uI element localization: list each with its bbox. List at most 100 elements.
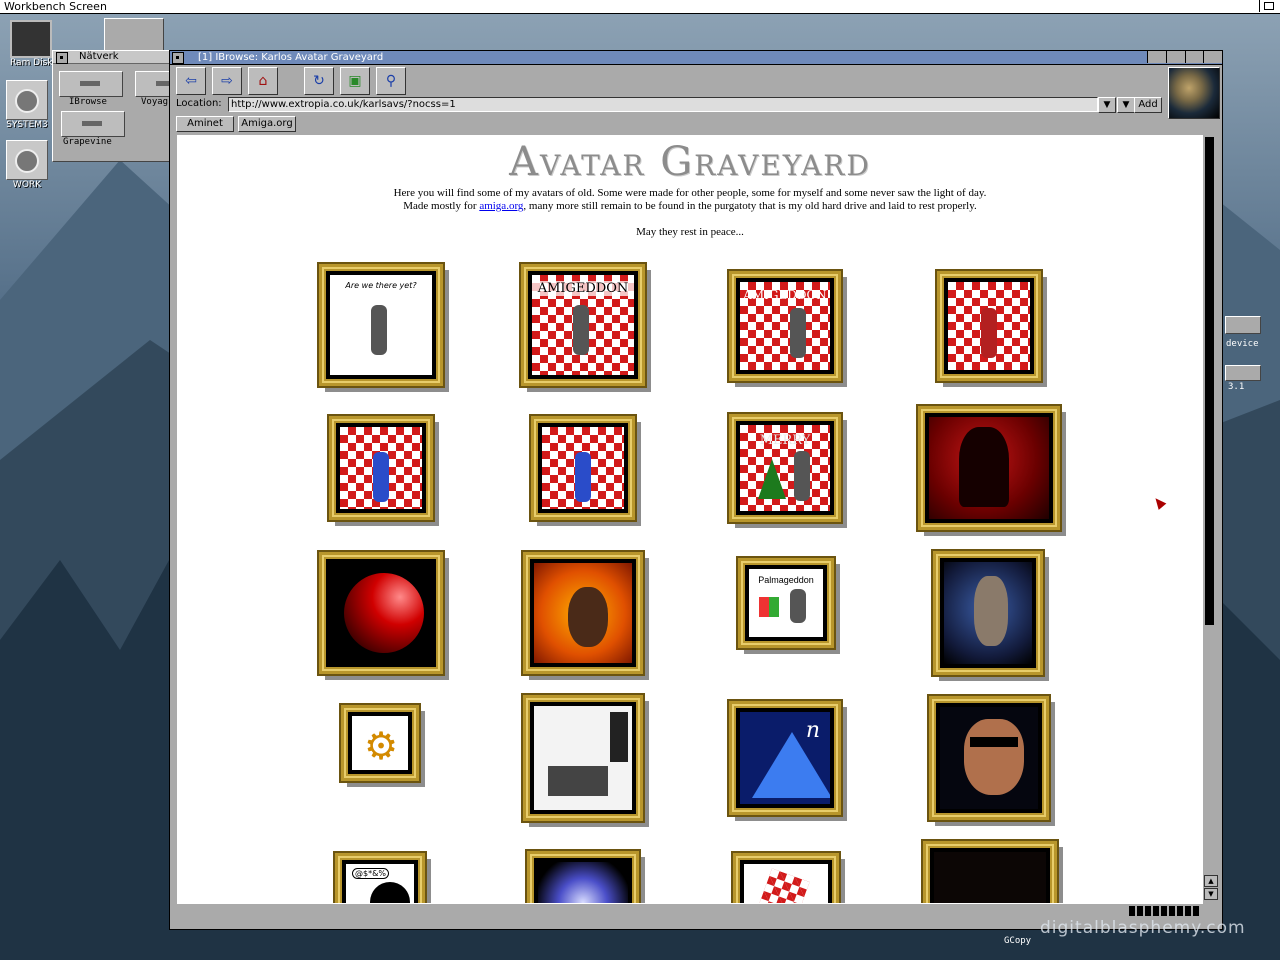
close-icon[interactable]: [56, 52, 68, 64]
scroll-down-icon[interactable]: ▼: [1204, 888, 1218, 900]
avatar-image: MERRY: [740, 425, 830, 511]
harddisk-icon: [6, 140, 48, 180]
avatar-frame[interactable]: [529, 414, 637, 522]
face-shape: [568, 587, 608, 647]
hotlist-button-amiga-org[interactable]: Amiga.org: [238, 116, 296, 132]
intro-line-2: Made mostly for amiga.org, many more sti…: [177, 200, 1203, 213]
avatar-image: [538, 862, 628, 903]
avatar-frame[interactable]: Palmageddon: [736, 556, 836, 650]
avatar-frame[interactable]: [521, 693, 645, 823]
checker-shape: [758, 868, 810, 903]
window-title: [1] IBrowse: Karlos Avatar Graveyard: [198, 52, 384, 63]
avatar-image: [744, 864, 828, 903]
desktop-icon-ram-disk[interactable]: Ram Disk: [10, 20, 53, 68]
avatar-image: ⚙: [352, 716, 408, 770]
disk-icon[interactable]: [1225, 365, 1261, 381]
ball-shape: [370, 882, 410, 903]
url-input[interactable]: http://www.extropia.co.uk/karlsavs/?nocs…: [228, 97, 1098, 112]
intro-line-1: Here you will find some of my avatars of…: [393, 187, 987, 199]
robot-figure: [789, 589, 806, 624]
desktop-icon-system3[interactable]: SYSTEM3: [6, 80, 48, 130]
drawer-item-label: Voyag: [141, 97, 169, 107]
desktop-icon-label: Ram Disk: [10, 58, 53, 68]
screen-title: Workbench Screen: [4, 0, 107, 13]
silhouette-shape: [959, 427, 1009, 507]
window-title-bar[interactable]: [1] IBrowse: Karlos Avatar Graveyard: [170, 51, 1222, 65]
red-sphere-shape: [344, 573, 424, 653]
robot-figure: [574, 451, 591, 502]
avatar-frame[interactable]: [317, 550, 445, 676]
avatar-image: @$*&%: [346, 864, 414, 903]
avatar-frame[interactable]: [927, 694, 1051, 822]
avatar-frame[interactable]: ⚙: [339, 703, 421, 783]
back-icon[interactable]: ⇦: [176, 67, 206, 95]
forward-icon[interactable]: ⇨: [212, 67, 242, 95]
reload-icon[interactable]: ↻: [304, 67, 334, 95]
find-icon[interactable]: ⚲: [376, 67, 406, 95]
screen-title-bar: Workbench Screen: [0, 0, 1280, 14]
figure-shape: [974, 576, 1008, 646]
avatar-image: Palmageddon: [749, 569, 823, 637]
bookmark-dropdown-icon[interactable]: ▼: [1117, 97, 1135, 113]
tagline: May they rest in peace...: [636, 226, 744, 238]
home-icon[interactable]: ⌂: [248, 67, 278, 95]
avatar-frame[interactable]: @$*&%: [333, 851, 427, 903]
avatar-image: [944, 562, 1032, 664]
avatar-image: [934, 852, 1046, 903]
robot-figure: [789, 308, 806, 359]
avatar-frame[interactable]: [931, 549, 1045, 677]
close-icon[interactable]: [172, 52, 184, 64]
avatar-frame[interactable]: [521, 550, 645, 676]
images-icon[interactable]: ▣: [340, 67, 370, 95]
scrollbar-knob[interactable]: [1205, 137, 1214, 625]
intro-text: Made mostly for: [403, 200, 480, 212]
avatar-image: AMIGEDDON: [532, 275, 634, 375]
avatar-frame[interactable]: AMIGEDDON: [727, 269, 843, 383]
avatar-frame[interactable]: [921, 839, 1059, 903]
watermark: digitalblasphemy.com: [1040, 918, 1246, 938]
desktop-icon-label: SYSTEM3: [6, 120, 48, 130]
hotlist-button-aminet[interactable]: Aminet: [176, 116, 234, 132]
letter-n-icon: n: [805, 718, 820, 743]
avatar-frame[interactable]: [935, 269, 1043, 383]
tree-shape: [758, 459, 786, 499]
vertical-scrollbar[interactable]: ▲ ▼: [1203, 135, 1218, 903]
avatar-image: AMIGEDDON: [740, 282, 830, 370]
history-dropdown-icon[interactable]: ▼: [1098, 97, 1116, 113]
grapevine-icon[interactable]: [61, 111, 125, 137]
avatar-frame[interactable]: Are we there yet?: [317, 262, 445, 388]
progress-indicator: [1129, 906, 1199, 916]
avatar-image: Are we there yet?: [330, 275, 432, 375]
avatar-frame[interactable]: [525, 849, 641, 903]
avatar-caption: Palmageddon: [758, 575, 814, 585]
globe-activity-icon[interactable]: [1168, 67, 1220, 119]
avatar-frame[interactable]: n: [727, 699, 843, 817]
amiga-org-link[interactable]: amiga.org: [479, 200, 523, 212]
avatar-image: [948, 282, 1030, 370]
screen-depth-gadget[interactable]: [1259, 0, 1278, 12]
drawer-title-bar[interactable]: Nätverk: [53, 51, 169, 64]
legs-shape: [610, 712, 628, 762]
scroll-up-icon[interactable]: ▲: [1204, 875, 1218, 887]
intro-text: , many more still remain to be found in …: [523, 200, 977, 212]
minimize-icon[interactable]: [1166, 51, 1185, 63]
windows-logo-icon: [759, 597, 779, 617]
add-bookmark-button[interactable]: Add: [1134, 97, 1162, 113]
avatar-image: [940, 707, 1038, 809]
page-content: Avatar Graveyard Here you will find some…: [177, 135, 1203, 903]
drawer-icon[interactable]: [104, 18, 164, 52]
avatar-frame[interactable]: MERRY: [727, 412, 843, 524]
desktop-icon-label: device: [1226, 339, 1259, 349]
desktop-icon-work[interactable]: WORK: [6, 140, 48, 190]
robot-figure: [572, 305, 589, 355]
zoom-icon[interactable]: [1185, 51, 1204, 63]
avatar-frame[interactable]: AMIGEDDON: [519, 262, 647, 388]
avatar-frame[interactable]: [327, 414, 435, 522]
ibrowse-icon[interactable]: [59, 71, 123, 97]
iconify-icon[interactable]: [1147, 51, 1166, 63]
avatar-frame[interactable]: [731, 851, 841, 903]
device-icon[interactable]: [1225, 316, 1261, 334]
avatar-frame[interactable]: [916, 404, 1062, 532]
page-heading: Avatar Graveyard: [509, 139, 871, 185]
depth-icon[interactable]: [1203, 51, 1222, 63]
